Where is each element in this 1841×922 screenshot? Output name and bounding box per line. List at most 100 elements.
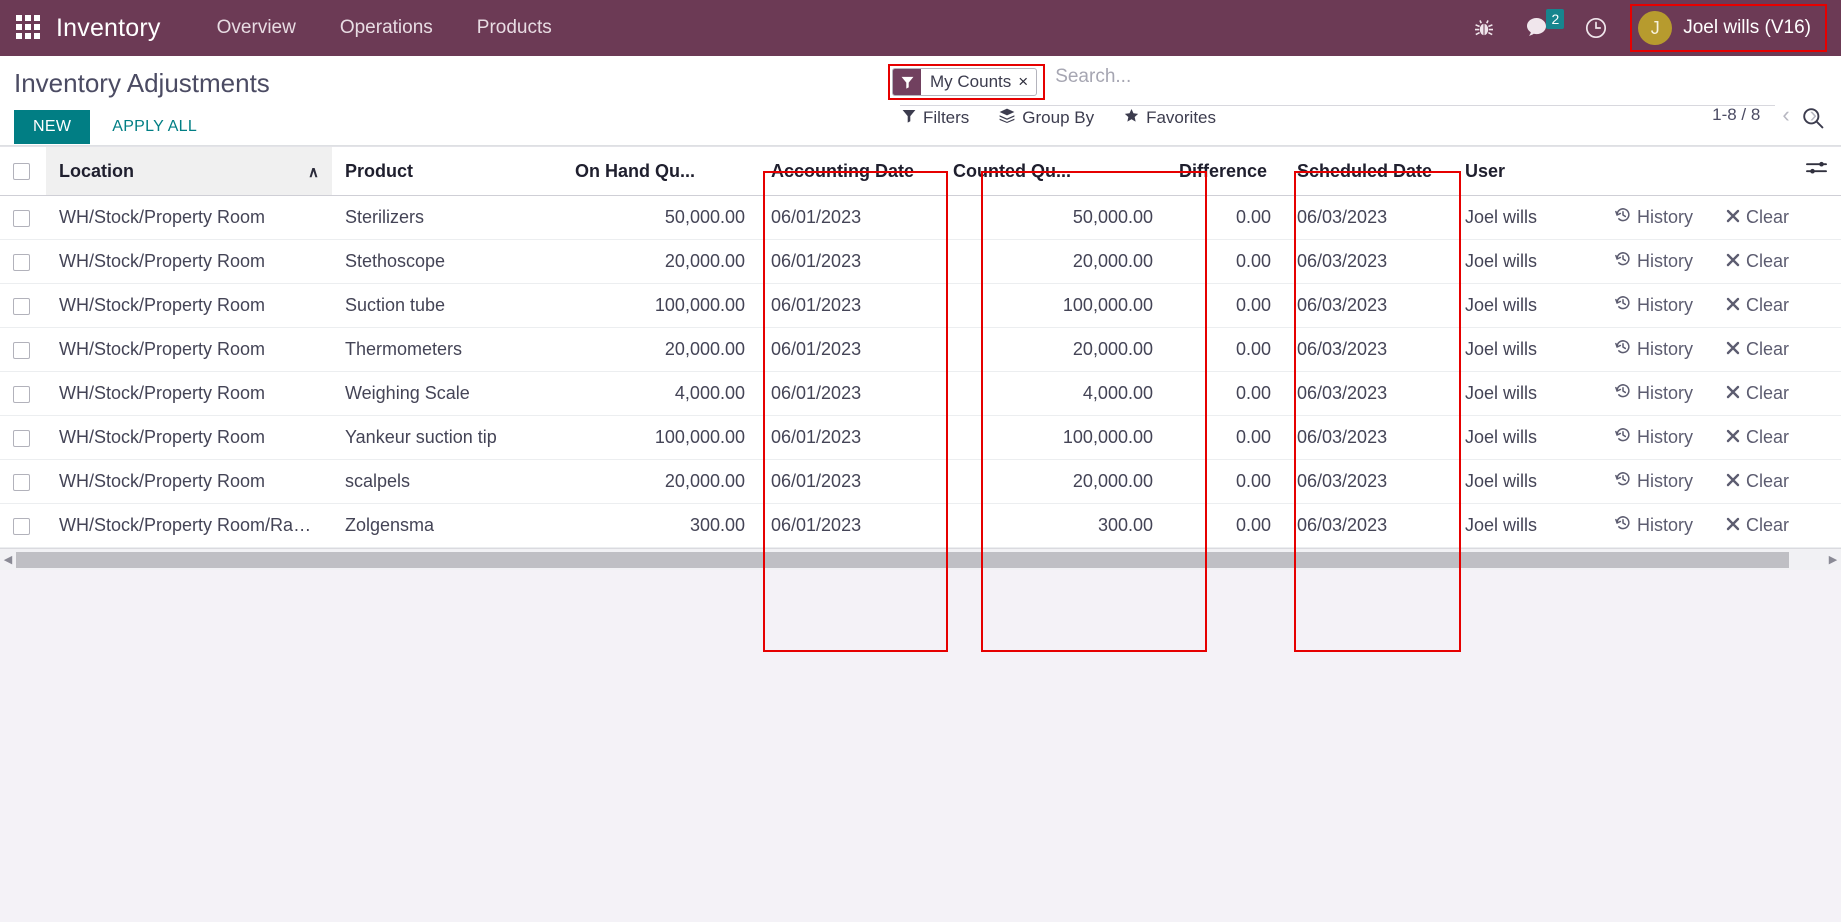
control-panel: Inventory Adjustments NEW APPLY ALL My C… <box>0 56 1841 146</box>
cell-actions: History Clear <box>1602 459 1841 504</box>
clear-button[interactable]: Clear <box>1726 471 1789 492</box>
cell-scheduled-date: 06/03/2023 <box>1284 371 1452 416</box>
history-button[interactable]: History <box>1615 383 1693 404</box>
column-header-location[interactable]: Location ∧ <box>46 146 332 196</box>
history-label: History <box>1637 295 1694 315</box>
scrollbar-track[interactable] <box>16 551 1825 568</box>
row-checkbox[interactable] <box>13 385 30 403</box>
table-row[interactable]: WH/Stock/Property Room Suction tube 100,… <box>0 283 1841 328</box>
cell-on-hand: 20,000.00 <box>562 459 758 504</box>
cell-counted: 300.00 <box>940 503 1166 548</box>
column-header-accounting-date[interactable]: Accounting Date <box>758 146 940 196</box>
user-menu-label: Joel wills (V16) <box>1683 17 1811 38</box>
table-row[interactable]: WH/Stock/Property Room Weighing Scale 4,… <box>0 371 1841 416</box>
highlight-my-counts-facet: My Counts × <box>888 64 1046 100</box>
cell-actions: History Clear <box>1602 415 1841 460</box>
clear-button[interactable]: Clear <box>1726 427 1789 448</box>
table-row[interactable]: WH/Stock/Property Room/Rack 1 Zolgensma … <box>0 503 1841 548</box>
scroll-right-arrow-icon[interactable]: ▶ <box>1825 553 1841 566</box>
cell-scheduled-date: 06/03/2023 <box>1284 327 1452 372</box>
nav-item-operations[interactable]: Operations <box>318 11 455 45</box>
row-checkbox[interactable] <box>13 473 30 491</box>
horizontal-scrollbar[interactable]: ◀ ▶ <box>0 548 1841 570</box>
history-button[interactable]: History <box>1615 471 1693 492</box>
history-button[interactable]: History <box>1615 251 1693 272</box>
history-button[interactable]: History <box>1615 515 1693 536</box>
clear-button[interactable]: Clear <box>1726 383 1789 404</box>
history-button[interactable]: History <box>1615 427 1693 448</box>
row-checkbox[interactable] <box>13 429 30 447</box>
cell-user: Joel wills <box>1452 327 1602 372</box>
row-checkbox[interactable] <box>13 341 30 359</box>
search-facet-my-counts[interactable]: My Counts × <box>892 68 1038 96</box>
filters-toggle[interactable]: Filters <box>900 104 971 132</box>
apply-all-button[interactable]: APPLY ALL <box>100 110 209 144</box>
history-label: History <box>1637 515 1694 535</box>
table-row[interactable]: WH/Stock/Property Room Yankeur suction t… <box>0 415 1841 460</box>
table-body: WH/Stock/Property Room Sterilizers 50,00… <box>0 195 1841 548</box>
column-header-scheduled-date[interactable]: Scheduled Date <box>1284 146 1452 196</box>
history-button[interactable]: History <box>1615 207 1693 228</box>
cell-difference: 0.00 <box>1166 371 1284 416</box>
column-header-difference[interactable]: Difference <box>1166 146 1284 196</box>
row-checkbox[interactable] <box>13 517 30 535</box>
close-icon[interactable]: × <box>1018 69 1036 95</box>
cell-accounting-date: 06/01/2023 <box>758 327 940 372</box>
table-row[interactable]: WH/Stock/Property Room Stethoscope 20,00… <box>0 239 1841 284</box>
row-checkbox[interactable] <box>13 297 30 315</box>
cell-counted: 20,000.00 <box>940 327 1166 372</box>
cell-product: Yankeur suction tip <box>332 415 562 460</box>
column-header-user[interactable]: User <box>1452 146 1602 196</box>
group-by-label: Group By <box>1022 108 1095 127</box>
group-by-toggle[interactable]: Group By <box>997 104 1096 132</box>
cell-accounting-date: 06/01/2023 <box>758 239 940 284</box>
nav-item-products[interactable]: Products <box>455 11 574 45</box>
favorites-toggle[interactable]: Favorites <box>1122 104 1218 132</box>
history-button[interactable]: History <box>1615 295 1693 316</box>
column-options-icon[interactable] <box>1806 159 1828 183</box>
scroll-left-arrow-icon[interactable]: ◀ <box>0 553 16 566</box>
clear-button[interactable]: Clear <box>1726 295 1789 316</box>
scrollbar-thumb[interactable] <box>16 551 1789 568</box>
avatar: J <box>1638 11 1673 45</box>
column-header-counted-quantity[interactable]: Counted Qu... <box>940 146 1166 196</box>
clear-button[interactable]: Clear <box>1726 251 1789 272</box>
search-input[interactable] <box>1045 64 1775 90</box>
history-button[interactable]: History <box>1615 339 1693 360</box>
filters-label: Filters <box>923 108 970 127</box>
sort-asc-caret-icon: ∧ <box>308 163 319 181</box>
chevron-left-icon[interactable]: ‹ <box>1774 104 1797 126</box>
page-background <box>0 570 1841 922</box>
clear-button[interactable]: Clear <box>1726 515 1789 536</box>
select-all-checkbox[interactable] <box>13 163 30 181</box>
row-checkbox-cell <box>0 239 46 284</box>
column-header-product[interactable]: Product <box>332 146 562 196</box>
cell-product: Suction tube <box>332 283 562 328</box>
cell-product: Weighing Scale <box>332 371 562 416</box>
clear-button[interactable]: Clear <box>1726 339 1789 360</box>
nav-item-overview[interactable]: Overview <box>195 11 318 45</box>
control-panel-buttons: NEW APPLY ALL <box>14 110 209 144</box>
column-header-on-hand-quantity[interactable]: On Hand Qu... <box>562 146 758 196</box>
activities-clock-icon[interactable] <box>1568 0 1624 56</box>
cell-on-hand: 50,000.00 <box>562 195 758 240</box>
user-menu[interactable]: J Joel wills (V16) <box>1630 4 1827 52</box>
messages-icon[interactable]: 2 <box>1510 0 1568 56</box>
pager-value: 1-8 / 8 <box>1712 105 1761 124</box>
cell-user: Joel wills <box>1452 459 1602 504</box>
new-button[interactable]: NEW <box>14 110 91 144</box>
apps-grid-icon[interactable] <box>16 15 42 41</box>
table-row[interactable]: WH/Stock/Property Room scalpels 20,000.0… <box>0 459 1841 504</box>
row-checkbox[interactable] <box>13 253 30 271</box>
app-brand-inventory[interactable]: Inventory <box>56 14 161 43</box>
table-row[interactable]: WH/Stock/Property Room Sterilizers 50,00… <box>0 195 1841 240</box>
bug-icon[interactable] <box>1458 0 1510 56</box>
table-row[interactable]: WH/Stock/Property Room Thermometers 20,0… <box>0 327 1841 372</box>
row-checkbox[interactable] <box>13 209 30 227</box>
close-x-icon <box>1726 339 1740 360</box>
history-icon <box>1615 251 1631 272</box>
table-header-row: Location ∧ Product On Hand Qu... Account… <box>0 146 1841 196</box>
cell-location: WH/Stock/Property Room <box>46 371 332 416</box>
clear-button[interactable]: Clear <box>1726 207 1789 228</box>
chevron-right-icon[interactable]: › <box>1802 104 1825 126</box>
